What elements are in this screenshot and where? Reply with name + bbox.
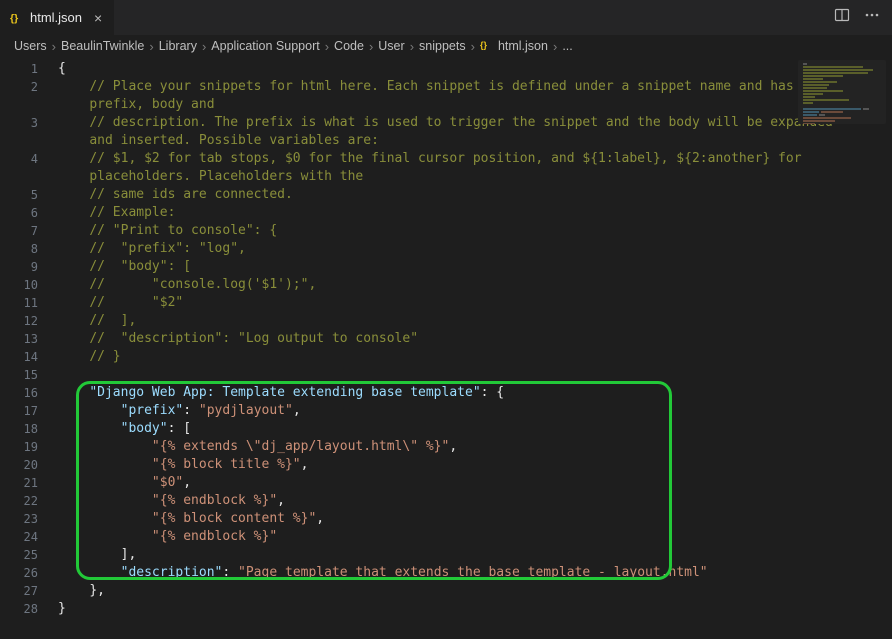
line-number-gutter: 1234567891011121314151617181920212223242… — [0, 57, 58, 639]
line-number: 17 — [0, 402, 58, 420]
code-line[interactable]: "description": "Page template that exten… — [58, 564, 892, 582]
line-number: 28 — [0, 600, 58, 618]
line-number — [0, 132, 58, 150]
code-line[interactable]: "{% endblock %}" — [58, 528, 892, 546]
code-line[interactable]: // } — [58, 348, 892, 366]
chevron-right-icon: › — [410, 39, 414, 54]
code-line[interactable]: "{% extends \"dj_app/layout.html\" %}", — [58, 438, 892, 456]
code-line[interactable]: // same ids are connected. — [58, 186, 892, 204]
line-number: 5 — [0, 186, 58, 204]
line-number: 26 — [0, 564, 58, 582]
tab-bar: {} html.json × — [0, 0, 892, 35]
line-number: 2 — [0, 78, 58, 96]
tab-filename: html.json — [30, 10, 82, 25]
line-number: 3 — [0, 114, 58, 132]
editor[interactable]: 1234567891011121314151617181920212223242… — [0, 57, 892, 639]
breadcrumb-segment[interactable]: Library — [159, 39, 197, 53]
code-line[interactable]: prefix, body and — [58, 96, 892, 114]
code-line[interactable]: } — [58, 600, 892, 618]
line-number: 4 — [0, 150, 58, 168]
line-number: 7 — [0, 222, 58, 240]
line-number: 22 — [0, 492, 58, 510]
code-line[interactable]: "Django Web App: Template extending base… — [58, 384, 892, 402]
code-line[interactable]: "{% endblock %}", — [58, 492, 892, 510]
json-file-icon: {} — [10, 11, 24, 25]
chevron-right-icon: › — [553, 39, 557, 54]
breadcrumb-segment[interactable]: Application Support — [211, 39, 319, 53]
line-number: 25 — [0, 546, 58, 564]
line-number: 10 — [0, 276, 58, 294]
code-line[interactable]: // ], — [58, 312, 892, 330]
chevron-right-icon: › — [471, 39, 475, 54]
split-editor-icon[interactable] — [834, 7, 850, 28]
line-number: 1 — [0, 60, 58, 78]
line-number: 24 — [0, 528, 58, 546]
close-icon[interactable]: × — [92, 10, 104, 26]
code-line[interactable]: placeholders. Placeholders with the — [58, 168, 892, 186]
breadcrumb-segment[interactable]: Code — [334, 39, 364, 53]
code-line[interactable]: // Example: — [58, 204, 892, 222]
code-line[interactable]: ], — [58, 546, 892, 564]
more-actions-icon[interactable] — [864, 7, 880, 28]
code-line[interactable]: // "Print to console": { — [58, 222, 892, 240]
svg-text:{}: {} — [10, 12, 18, 24]
code-line[interactable]: and inserted. Possible variables are: — [58, 132, 892, 150]
line-number: 19 — [0, 438, 58, 456]
code-line[interactable]: // "description": "Log output to console… — [58, 330, 892, 348]
code-line[interactable]: // $1, $2 for tab stops, $0 for the fina… — [58, 150, 892, 168]
code-line[interactable]: "$0", — [58, 474, 892, 492]
line-number — [0, 168, 58, 186]
line-number: 11 — [0, 294, 58, 312]
line-number: 18 — [0, 420, 58, 438]
line-number: 14 — [0, 348, 58, 366]
breadcrumb-segment[interactable]: snippets — [419, 39, 466, 53]
line-number: 23 — [0, 510, 58, 528]
tab-right-controls — [834, 0, 892, 35]
line-number: 20 — [0, 456, 58, 474]
breadcrumb-segment[interactable]: BeaulinTwinkle — [61, 39, 144, 53]
chevron-right-icon: › — [369, 39, 373, 54]
code-line[interactable]: "{% block title %}", — [58, 456, 892, 474]
chevron-right-icon: › — [52, 39, 56, 54]
code-line[interactable]: "{% block content %}", — [58, 510, 892, 528]
line-number: 12 — [0, 312, 58, 330]
line-number: 27 — [0, 582, 58, 600]
minimap[interactable] — [798, 60, 886, 124]
line-number: 9 — [0, 258, 58, 276]
line-number: 21 — [0, 474, 58, 492]
code-area[interactable]: { // Place your snippets for html here. … — [58, 57, 892, 639]
code-line[interactable]: // "body": [ — [58, 258, 892, 276]
code-line[interactable] — [58, 366, 892, 384]
chevron-right-icon: › — [149, 39, 153, 54]
line-number: 15 — [0, 366, 58, 384]
tab-html-json[interactable]: {} html.json × — [0, 0, 115, 35]
code-line[interactable]: "prefix": "pydjlayout", — [58, 402, 892, 420]
code-line[interactable]: // description. The prefix is what is us… — [58, 114, 892, 132]
line-number: 16 — [0, 384, 58, 402]
code-line[interactable]: // "$2" — [58, 294, 892, 312]
code-line[interactable]: }, — [58, 582, 892, 600]
line-number: 13 — [0, 330, 58, 348]
line-number: 6 — [0, 204, 58, 222]
breadcrumb-segment[interactable]: User — [378, 39, 404, 53]
breadcrumb[interactable]: Users › BeaulinTwinkle › Library › Application… — [0, 35, 892, 57]
breadcrumb-segment[interactable]: Users — [14, 39, 47, 53]
breadcrumb-segment[interactable]: ... — [562, 39, 572, 53]
code-line[interactable]: // "console.log('$1');", — [58, 276, 892, 294]
line-number: 8 — [0, 240, 58, 258]
json-file-icon: {} — [480, 39, 493, 53]
line-number — [0, 96, 58, 114]
svg-text:{}: {} — [480, 40, 487, 50]
chevron-right-icon: › — [325, 39, 329, 54]
code-line[interactable]: "body": [ — [58, 420, 892, 438]
code-line[interactable]: { — [58, 60, 892, 78]
breadcrumb-segment[interactable]: html.json — [498, 39, 548, 53]
chevron-right-icon: › — [202, 39, 206, 54]
code-line[interactable]: // Place your snippets for html here. Ea… — [58, 78, 892, 96]
code-line[interactable]: // "prefix": "log", — [58, 240, 892, 258]
